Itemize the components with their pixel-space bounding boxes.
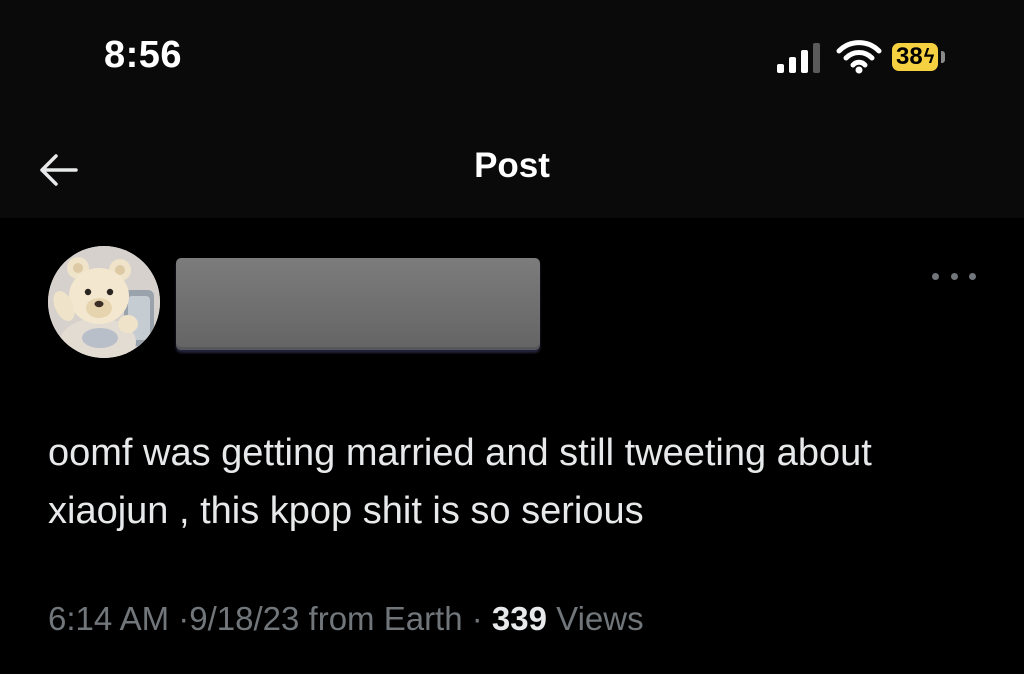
post-source: from Earth — [308, 600, 463, 637]
views-count[interactable]: 339 — [492, 600, 547, 637]
status-bar: 8:56 38 ϟ — [0, 0, 1024, 120]
post-header: Post — [0, 120, 1024, 218]
page-title: Post — [474, 146, 550, 185]
more-horizontal-icon — [950, 272, 958, 280]
status-time: 8:56 — [104, 34, 183, 76]
more-horizontal-icon — [969, 272, 976, 280]
meta-separator: · — [178, 600, 190, 637]
post: oomf was getting married and still tweet… — [0, 218, 1024, 674]
cellular-signal-icon — [777, 43, 820, 73]
post-meta: 6:14 AM ·9/18/23 from Earth · 339 Views — [48, 600, 644, 638]
bolt-icon: ϟ — [923, 46, 935, 68]
more-horizontal-icon — [932, 272, 939, 280]
battery-body: 38 ϟ — [892, 43, 939, 71]
post-time: 6:14 AM — [48, 600, 170, 637]
post-text: oomf was getting married and still tweet… — [48, 432, 872, 532]
author-avatar[interactable] — [48, 246, 160, 358]
teddy-bear-avatar — [48, 246, 160, 358]
post-screen: 8:56 38 ϟ Post oomf was getting married … — [0, 0, 1024, 674]
meta-separator: · — [471, 600, 483, 637]
wifi-icon — [836, 40, 882, 74]
more-options-button[interactable] — [932, 266, 976, 286]
battery-tip — [941, 51, 946, 63]
redacted-author-name — [176, 258, 540, 350]
post-date[interactable]: 9/18/23 — [189, 600, 299, 637]
battery-indicator: 38 ϟ — [892, 42, 946, 72]
battery-level: 38 — [896, 43, 923, 70]
views-label: Views — [556, 600, 644, 637]
